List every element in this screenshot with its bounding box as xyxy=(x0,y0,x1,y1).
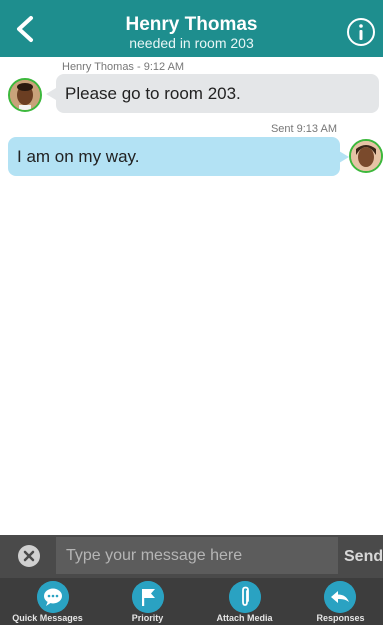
info-icon xyxy=(347,18,375,46)
message-list[interactable]: Henry Thomas - 9:12 AM Please go to room… xyxy=(0,57,383,535)
sender-avatar xyxy=(8,78,42,112)
bubble-tail xyxy=(46,88,56,100)
chat-header: Henry Thomas needed in room 203 xyxy=(0,0,383,57)
send-button[interactable]: Send xyxy=(344,535,383,578)
action-toolbar: Quick Messages Priority Attach Media Res… xyxy=(0,578,383,625)
tool-label: Priority xyxy=(131,613,164,623)
contact-status: needed in room 203 xyxy=(129,35,254,51)
person-avatar-icon xyxy=(10,80,40,110)
attach-media-button[interactable]: Attach Media xyxy=(197,578,292,625)
bubble-tail xyxy=(339,151,349,163)
chat-bubble-icon xyxy=(37,581,69,613)
back-chevron-icon xyxy=(17,16,33,42)
tool-label: Attach Media xyxy=(216,613,273,623)
user-avatar xyxy=(349,139,383,173)
contact-name: Henry Thomas xyxy=(125,14,258,35)
tool-label: Responses xyxy=(316,613,365,623)
message-input[interactable] xyxy=(56,537,338,574)
clear-button[interactable] xyxy=(17,544,41,568)
message-meta: Henry Thomas - 9:12 AM xyxy=(62,61,185,73)
tool-label: Quick Messages xyxy=(12,613,83,623)
reply-icon xyxy=(324,581,356,613)
responses-button[interactable]: Responses xyxy=(293,578,383,625)
flag-icon xyxy=(132,581,164,613)
message-meta: Sent 9:13 AM xyxy=(270,123,337,135)
clear-icon xyxy=(18,545,40,567)
header-titles: Henry Thomas needed in room 203 xyxy=(60,0,323,52)
info-button[interactable] xyxy=(346,17,376,47)
outgoing-message-bubble[interactable]: I am on my way. xyxy=(8,137,340,176)
incoming-message-bubble[interactable]: Please go to room 203. xyxy=(56,74,379,113)
paperclip-icon xyxy=(229,581,261,613)
priority-button[interactable]: Priority xyxy=(100,578,195,625)
quick-messages-button[interactable]: Quick Messages xyxy=(0,578,95,625)
back-button[interactable] xyxy=(12,14,38,44)
person-avatar-icon xyxy=(351,141,381,171)
message-composer: Send xyxy=(0,535,383,578)
